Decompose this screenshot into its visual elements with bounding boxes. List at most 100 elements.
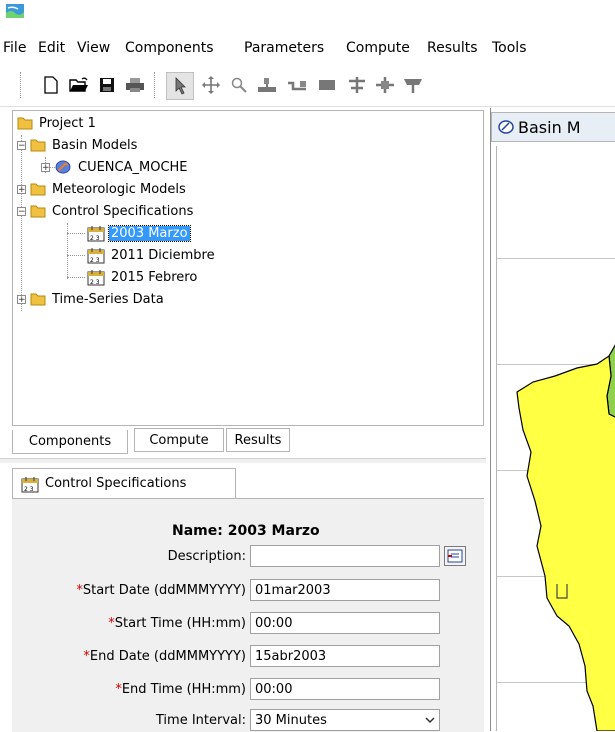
expand-icon[interactable]: +	[17, 184, 26, 194]
description-label: Description:	[167, 549, 246, 564]
folder-icon	[30, 183, 46, 196]
start-time-label: *Start Time (HH:mm)	[108, 616, 246, 631]
basin-shape	[516, 344, 615, 731]
tree-item-time-series[interactable]: + Time-Series Data	[17, 289, 166, 309]
component-name: Name: 2003 Marzo	[172, 523, 320, 539]
project-tree: Project 1 − Basin Models + CUENCA_MOCHE …	[12, 110, 484, 426]
basin-model-window: Basin M	[490, 108, 615, 731]
menu-file[interactable]: File	[3, 40, 26, 56]
svg-text:2 3: 2 3	[90, 235, 100, 242]
new-file-icon[interactable]	[40, 74, 62, 96]
add-subbasin-icon[interactable]	[256, 74, 278, 96]
calendar-icon: 2 3	[87, 248, 105, 264]
basin-window-title: Basin M	[518, 117, 581, 137]
pan-icon[interactable]	[200, 74, 222, 96]
tree-item-2015-febrero[interactable]: 2 3 2015 Febrero	[87, 267, 199, 287]
tree-label: 2015 Febrero	[111, 269, 198, 285]
menu-results[interactable]: Results	[427, 40, 478, 56]
collapse-icon[interactable]: −	[17, 206, 26, 216]
basin-map[interactable]	[496, 146, 615, 731]
time-interval-value: 30 Minutes	[255, 712, 327, 728]
start-date-label: *Start Date (ddMMMYYYY)	[76, 583, 246, 598]
expand-icon[interactable]: +	[17, 294, 26, 304]
print-icon[interactable]	[124, 74, 146, 96]
editor-form: Name: 2003 Marzo Description: *Start Dat…	[12, 498, 484, 732]
tree-connector	[67, 277, 85, 278]
end-date-label: *End Date (ddMMMYYYY)	[83, 649, 246, 664]
tree-connector	[21, 135, 22, 311]
calendar-icon: 2 3	[21, 476, 39, 493]
editor-tab-label: Control Specifications	[45, 476, 187, 491]
add-junction-icon[interactable]	[346, 74, 368, 96]
tree-label: Meteorologic Models	[52, 181, 186, 197]
basin-model-icon	[498, 120, 514, 134]
tree-item-meteorologic-models[interactable]: + Meteorologic Models	[17, 179, 188, 199]
add-source-icon[interactable]	[402, 74, 424, 96]
tree-item-basin-models[interactable]: − Basin Models	[17, 135, 139, 155]
folder-icon	[30, 293, 46, 306]
collapse-icon[interactable]: −	[17, 140, 26, 150]
menu-edit[interactable]: Edit	[38, 40, 65, 56]
save-icon[interactable]	[96, 74, 118, 96]
menu-bar: File Edit View Components Parameters Com…	[0, 36, 615, 60]
start-date-field[interactable]	[250, 579, 440, 601]
tree-item-2003-marzo[interactable]: 2 3 2003 Marzo	[87, 223, 191, 243]
add-reservoir-icon[interactable]	[316, 74, 338, 96]
description-editor-button[interactable]	[444, 546, 466, 566]
panel-tabs: Components Compute Results	[12, 428, 484, 454]
app-icon	[6, 4, 24, 18]
tree-item-control-specifications[interactable]: − Control Specifications	[17, 201, 195, 221]
tree-label: Basin Models	[52, 137, 138, 153]
tab-compute[interactable]: Compute	[134, 428, 224, 452]
tab-results[interactable]: Results	[226, 428, 290, 452]
chevron-down-icon	[425, 717, 435, 724]
start-time-field[interactable]	[250, 612, 440, 634]
time-interval-select[interactable]: 30 Minutes	[250, 709, 440, 731]
menu-view[interactable]: View	[77, 40, 110, 56]
tree-item-cuenca-moche[interactable]: + CUENCA_MOCHE	[41, 157, 190, 177]
menu-tools[interactable]: Tools	[492, 40, 527, 56]
panel-splitter[interactable]	[0, 458, 486, 463]
svg-text:2 3: 2 3	[90, 257, 100, 264]
component-editor: 2 3 Control Specifications Name: 2003 Ma…	[12, 464, 484, 732]
calendar-icon: 2 3	[87, 226, 105, 242]
folder-icon	[30, 205, 46, 218]
end-time-label: *End Time (HH:mm)	[115, 682, 246, 697]
tree-label: Project 1	[39, 115, 96, 131]
editor-tab-control-specifications[interactable]: 2 3 Control Specifications	[12, 468, 236, 498]
expand-icon[interactable]: +	[41, 162, 50, 172]
description-field[interactable]	[250, 545, 440, 567]
menu-parameters[interactable]: Parameters	[244, 40, 324, 56]
tab-components[interactable]: Components	[12, 430, 128, 454]
toolbar-separator	[154, 72, 157, 98]
svg-text:2 3: 2 3	[90, 279, 100, 286]
zoom-icon[interactable]	[228, 74, 250, 96]
toolbar-grip	[20, 72, 23, 98]
title-bar	[0, 0, 615, 30]
calendar-icon: 2 3	[87, 270, 105, 286]
end-date-field[interactable]	[250, 645, 440, 667]
tree-label: CUENCA_MOCHE	[78, 159, 188, 175]
tree-label: 2003 Marzo	[108, 224, 191, 242]
tree-item-2011-diciembre[interactable]: 2 3 2011 Diciembre	[87, 245, 217, 265]
tree-label: 2011 Diciembre	[111, 247, 215, 263]
folder-icon	[30, 139, 46, 152]
end-time-field[interactable]	[250, 678, 440, 700]
notes-icon	[447, 549, 463, 563]
menu-components[interactable]: Components	[125, 40, 214, 56]
toolbar	[0, 66, 615, 107]
open-folder-icon[interactable]	[68, 74, 90, 96]
tree-item-project[interactable]: Project 1	[17, 113, 98, 133]
folder-icon	[17, 117, 33, 130]
tree-connector	[67, 255, 85, 256]
basin-model-icon	[55, 160, 71, 174]
pointer-icon[interactable]	[166, 72, 194, 100]
svg-text:2 3: 2 3	[24, 486, 34, 493]
tree-label: Control Specifications	[52, 203, 194, 219]
add-reach-icon[interactable]	[286, 74, 308, 96]
tree-connector	[67, 223, 68, 279]
add-diversion-icon[interactable]	[374, 74, 396, 96]
basin-window-title-bar[interactable]: Basin M	[491, 112, 615, 142]
tree-connector	[67, 233, 85, 234]
menu-compute[interactable]: Compute	[346, 40, 410, 56]
